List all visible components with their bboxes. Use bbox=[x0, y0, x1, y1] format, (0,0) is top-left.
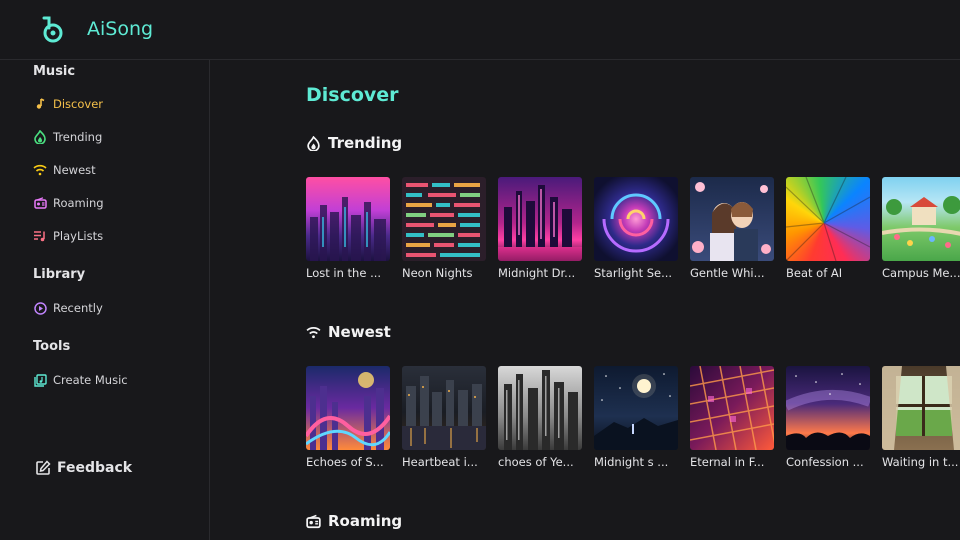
song-cover bbox=[786, 177, 870, 261]
music-note-icon bbox=[33, 97, 47, 111]
main-content: Discover Trending Lost in the ... Neon N… bbox=[210, 60, 960, 540]
song-card[interactable]: Heartbeat i... bbox=[402, 366, 486, 469]
radio-icon bbox=[306, 514, 321, 528]
song-card[interactable]: Neon Nights bbox=[402, 177, 486, 280]
song-card[interactable]: Midnight s ... bbox=[594, 366, 678, 469]
wifi-icon bbox=[33, 163, 47, 177]
sidebar-section-tools: Tools bbox=[33, 339, 71, 354]
row-title-trending: Trending bbox=[306, 134, 402, 152]
feedback-button[interactable]: Feedback bbox=[35, 460, 132, 476]
sidebar-item-recently[interactable]: Recently bbox=[33, 298, 103, 318]
song-cover bbox=[402, 177, 486, 261]
sidebar-item-roaming[interactable]: Roaming bbox=[33, 193, 104, 213]
playlist-icon bbox=[33, 229, 47, 243]
sidebar-item-label: Create Music bbox=[53, 373, 128, 387]
sidebar-section-music: Music bbox=[33, 64, 76, 79]
cards-trending: Lost in the ... Neon Nights Midnight Dr.… bbox=[306, 177, 960, 280]
song-card[interactable]: Beat of AI bbox=[786, 177, 870, 280]
sidebar-item-label: Trending bbox=[53, 130, 103, 144]
song-title: choes of Ye... bbox=[498, 455, 574, 469]
cards-newest: Echoes of S... Heartbeat i... choes of Y… bbox=[306, 366, 960, 469]
row-title-roaming: Roaming bbox=[306, 512, 402, 530]
song-cover bbox=[786, 366, 870, 450]
sidebar-section-library: Library bbox=[33, 267, 86, 282]
song-title: Beat of AI bbox=[786, 266, 843, 280]
song-title: Echoes of S... bbox=[306, 455, 384, 469]
song-title: Lost in the ... bbox=[306, 266, 382, 280]
song-cover bbox=[690, 177, 774, 261]
edit-icon bbox=[36, 460, 51, 475]
sidebar-item-label: PlayLists bbox=[53, 229, 104, 243]
sidebar-item-trending[interactable]: Trending bbox=[33, 127, 102, 147]
song-card[interactable]: Starlight Se... bbox=[594, 177, 678, 280]
song-cover bbox=[498, 366, 582, 450]
song-title: Gentle Whi... bbox=[690, 266, 765, 280]
song-card[interactable]: Lost in the ... bbox=[306, 177, 390, 280]
song-cover bbox=[306, 177, 390, 261]
feedback-label: Feedback bbox=[57, 460, 133, 476]
top-bar: AiSong bbox=[0, 0, 960, 60]
sidebar-item-create-music[interactable]: Create Music bbox=[33, 370, 128, 390]
sidebar-item-label: Newest bbox=[53, 163, 96, 177]
sidebar-item-label: Recently bbox=[53, 301, 103, 315]
sidebar-item-label: Roaming bbox=[53, 196, 104, 210]
song-title: Eternal in F... bbox=[690, 455, 765, 469]
song-card[interactable]: Waiting in t... bbox=[882, 366, 960, 469]
sidebar-item-label: Discover bbox=[53, 97, 104, 111]
wifi-icon bbox=[306, 326, 321, 338]
row-title-newest: Newest bbox=[306, 323, 391, 341]
song-cover bbox=[690, 366, 774, 450]
song-cover bbox=[498, 177, 582, 261]
song-card[interactable]: choes of Ye... bbox=[498, 366, 582, 469]
app-title[interactable]: AiSong bbox=[87, 18, 153, 40]
create-music-icon bbox=[33, 373, 47, 387]
song-cover bbox=[594, 366, 678, 450]
song-cover bbox=[594, 177, 678, 261]
song-title: Confession ... bbox=[786, 455, 864, 469]
flame-icon bbox=[33, 130, 47, 144]
song-cover bbox=[882, 177, 960, 261]
sidebar-item-discover[interactable]: Discover bbox=[33, 94, 103, 114]
song-card[interactable]: Campus Me... bbox=[882, 177, 960, 280]
sidebar: Music Discover Trending Newest Roaming P… bbox=[0, 60, 210, 540]
page-title: Discover bbox=[306, 84, 399, 106]
song-title: Campus Me... bbox=[882, 266, 960, 280]
song-title: Neon Nights bbox=[402, 266, 473, 280]
song-title: Midnight s ... bbox=[594, 455, 669, 469]
song-cover bbox=[882, 366, 960, 450]
song-card[interactable]: Echoes of S... bbox=[306, 366, 390, 469]
flame-icon bbox=[307, 135, 320, 151]
aisong-logo-icon[interactable] bbox=[38, 15, 66, 45]
song-cover bbox=[306, 366, 390, 450]
song-card[interactable]: Midnight Dr... bbox=[498, 177, 582, 280]
song-card[interactable]: Confession ... bbox=[786, 366, 870, 469]
song-title: Starlight Se... bbox=[594, 266, 673, 280]
radio-icon bbox=[33, 196, 47, 210]
sidebar-item-newest[interactable]: Newest bbox=[33, 160, 96, 180]
song-title: Waiting in t... bbox=[882, 455, 959, 469]
song-title: Midnight Dr... bbox=[498, 266, 576, 280]
play-circle-icon bbox=[33, 301, 47, 315]
song-card[interactable]: Eternal in F... bbox=[690, 366, 774, 469]
sidebar-item-playlists[interactable]: PlayLists bbox=[33, 226, 103, 246]
song-cover bbox=[402, 366, 486, 450]
song-card[interactable]: Gentle Whi... bbox=[690, 177, 774, 280]
song-title: Heartbeat i... bbox=[402, 455, 478, 469]
